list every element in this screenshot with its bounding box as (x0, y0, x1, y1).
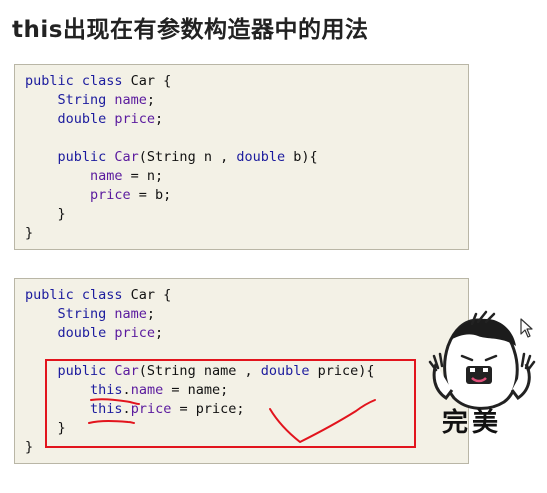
code-line: String name; (25, 92, 156, 108)
code-line: name = n; (90, 168, 164, 184)
mouse-pointer-icon (520, 318, 533, 338)
code-block-after: public class Car { String name; double p… (14, 278, 469, 464)
slide-title: this出现在有参数构造器中的用法 (12, 17, 369, 43)
code-line: price = b; (90, 187, 172, 203)
code-line: } (25, 206, 66, 222)
code-line: String name; (25, 306, 156, 322)
code-line: double price; (25, 111, 164, 127)
code-line: public Car(String n , double b){ (25, 149, 318, 165)
code-line: public class Car { (25, 287, 172, 303)
code-line: public class Car { (25, 73, 172, 89)
code-line: } (25, 225, 34, 241)
code-block-before: public class Car { String name; double p… (14, 64, 469, 250)
code-line: double price; (25, 325, 164, 341)
sticker-caption: 完美 (442, 408, 503, 438)
highlight-frame (45, 359, 416, 448)
code-line: } (25, 439, 34, 455)
